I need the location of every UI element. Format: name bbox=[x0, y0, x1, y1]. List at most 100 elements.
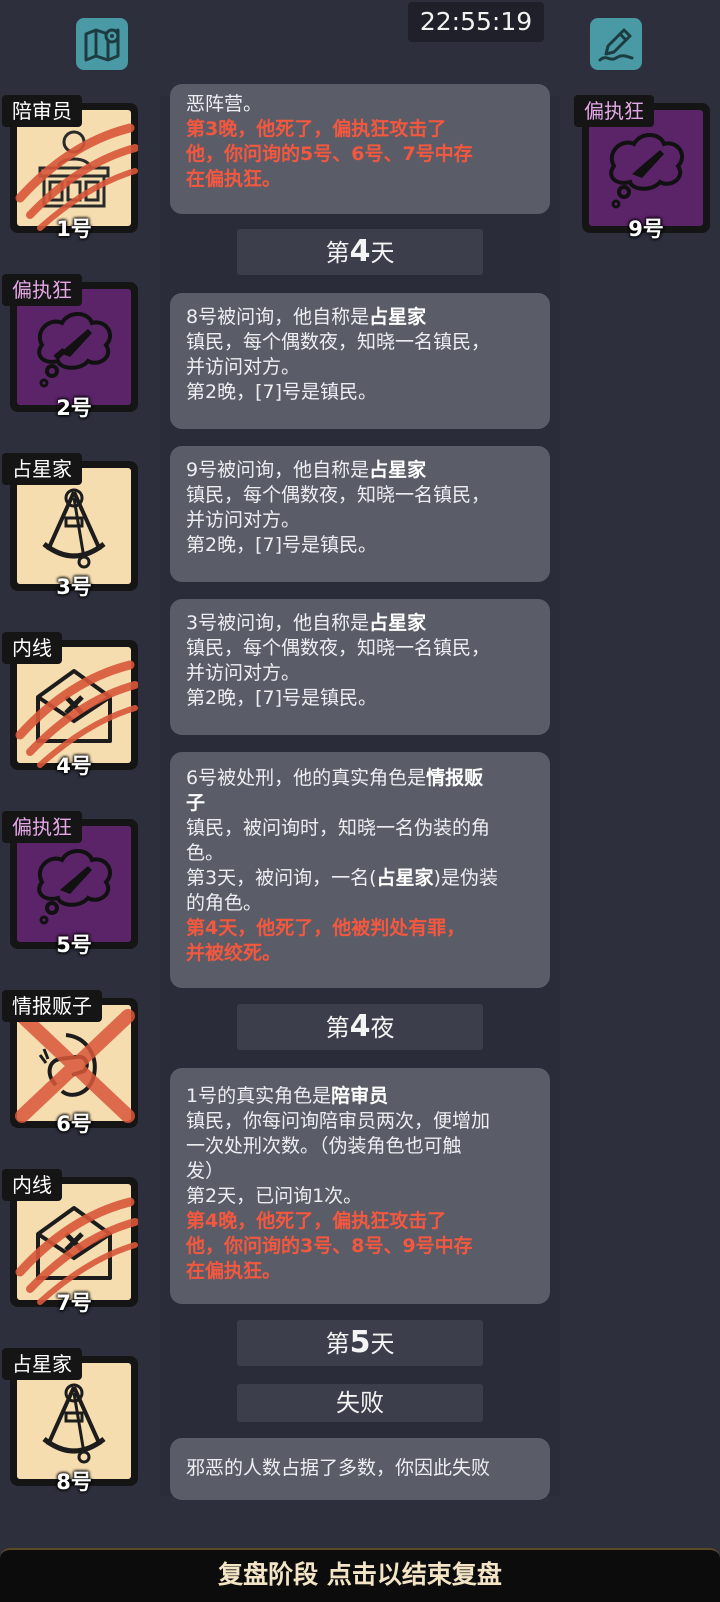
log-text: 发） bbox=[186, 1160, 225, 1182]
log-text: 8号被问询，他自称是 bbox=[186, 306, 370, 328]
log-entry: 9号被问询，他自称是占星家 镇民，每个偶数夜，知晓一名镇民， 并访问对方。 第2… bbox=[170, 446, 550, 582]
end-review-button[interactable]: 复盘阶段 点击以结束复盘 bbox=[0, 1548, 720, 1602]
knife-thought-icon bbox=[37, 312, 112, 388]
sextant-icon bbox=[42, 1383, 106, 1464]
role-tag: 偏执狂 bbox=[2, 274, 82, 306]
log-alert-text: 他，你问询的3号、8号、9号中存 bbox=[186, 1235, 473, 1257]
game-clock: 22:55:19 bbox=[408, 2, 544, 42]
sextant-icon bbox=[42, 488, 106, 569]
player-number: 5号 bbox=[56, 933, 92, 957]
log-text: 第2天，已问询1次。 bbox=[186, 1185, 363, 1207]
role-tag: 占星家 bbox=[2, 1348, 82, 1380]
jury-box-icon bbox=[38, 130, 110, 208]
player-number: 9号 bbox=[628, 217, 664, 241]
role-tag: 内线 bbox=[2, 1169, 62, 1201]
player-tile-5[interactable]: 5号 偏执狂 bbox=[2, 811, 138, 957]
banner-suffix: 天 bbox=[370, 239, 395, 267]
log-text: 镇民，被问询时，知晓一名伪装的角 bbox=[186, 817, 491, 839]
map-icon bbox=[84, 28, 120, 62]
player-tile-1[interactable]: 1号 陪审员 bbox=[2, 95, 138, 241]
log-text: 一次处刑次数。（伪装角色也可触 bbox=[186, 1135, 462, 1157]
player-tile-2[interactable]: 2号 偏执狂 bbox=[2, 274, 138, 420]
map-button[interactable] bbox=[76, 18, 128, 70]
role-tag: 偏执狂 bbox=[574, 95, 654, 127]
result-banner: 失败 bbox=[237, 1384, 483, 1422]
notes-button[interactable] bbox=[590, 18, 642, 70]
log-text: 邪恶的人数占据了多数，你因此失败 bbox=[186, 1457, 491, 1479]
night-banner: 第4夜 bbox=[237, 1004, 483, 1050]
role-portrait bbox=[17, 826, 131, 942]
banner-suffix: 夜 bbox=[370, 1014, 395, 1042]
player-tile-9[interactable]: 9号 偏执狂 bbox=[574, 95, 710, 241]
day-banner: 第5天 bbox=[237, 1320, 483, 1366]
banner-prefix: 第 bbox=[325, 239, 350, 267]
log-text: 3号被问询，他自称是 bbox=[186, 612, 370, 634]
log-alert-text: 第3晚，他死了，偏执狂攻击了 bbox=[186, 118, 447, 140]
player-number: 3号 bbox=[56, 575, 92, 599]
log-entry: 1号的真实角色是陪审员 镇民，你每问询陪审员两次，便增加 一次处刑次数。（伪装角… bbox=[170, 1068, 550, 1304]
claimed-role: 占星家 bbox=[369, 612, 427, 634]
log-entry: 恶阵营。 第3晚，他死了，偏执狂攻击了 他，你问询的5号、6号、7号中存 在偏执… bbox=[170, 84, 550, 214]
role-portrait bbox=[589, 110, 703, 226]
log-text: 的角色。 bbox=[186, 892, 263, 914]
role-portrait bbox=[17, 1184, 131, 1300]
claimed-role: 占星家 bbox=[369, 459, 427, 481]
banner-number: 4 bbox=[349, 234, 371, 269]
knife-thought-icon bbox=[609, 133, 684, 209]
player-number: 4号 bbox=[56, 754, 92, 778]
true-role: 情报贩 bbox=[426, 767, 484, 789]
player-number: 2号 bbox=[56, 396, 92, 420]
knife-thought-icon bbox=[37, 849, 112, 925]
log-alert-text: 第4晚，他死了，偏执狂攻击了 bbox=[186, 1210, 447, 1232]
role-tag: 占星家 bbox=[2, 453, 82, 485]
log-text: 并访问对方。 bbox=[186, 509, 301, 531]
player-number: 1号 bbox=[56, 217, 92, 241]
log-text: )是伪装 bbox=[433, 867, 498, 889]
player-tile-7[interactable]: 7号 内线 bbox=[2, 1169, 138, 1315]
banner-prefix: 第 bbox=[325, 1014, 350, 1042]
log-text: 并访问对方。 bbox=[186, 356, 301, 378]
player-number: 6号 bbox=[56, 1112, 92, 1136]
log-alert-text: 第4天，他死了，他被判处有罪， bbox=[186, 917, 466, 939]
player-tile-8[interactable]: 8号 占星家 bbox=[2, 1348, 138, 1494]
log-text: 镇民，每个偶数夜，知晓一名镇民， bbox=[186, 331, 491, 353]
log-text: 1号的真实角色是 bbox=[186, 1085, 332, 1107]
player-number: 8号 bbox=[56, 1470, 92, 1494]
player-tile-3[interactable]: 3号 占星家 bbox=[2, 453, 138, 599]
log-text: 镇民，你每问询陪审员两次，便增加 bbox=[186, 1110, 491, 1132]
role-tag: 陪审员 bbox=[2, 95, 82, 127]
hand-icon bbox=[38, 1033, 97, 1097]
role-portrait bbox=[17, 1363, 131, 1479]
log-alert-text: 并被绞死。 bbox=[186, 942, 282, 964]
banner-suffix: 天 bbox=[370, 1330, 395, 1358]
role-portrait bbox=[17, 289, 131, 405]
log-text: 第3天，被问询，一名( bbox=[186, 867, 377, 889]
role-tag: 偏执狂 bbox=[2, 811, 82, 843]
log-text: 恶阵营。 bbox=[186, 93, 263, 115]
player-tile-6[interactable]: 6号 情报贩子 bbox=[2, 990, 138, 1136]
day-banner: 第4天 bbox=[237, 229, 483, 275]
banner-number: 4 bbox=[349, 1009, 371, 1044]
log-text: 色。 bbox=[186, 842, 225, 864]
log-entry: 邪恶的人数占据了多数，你因此失败 bbox=[170, 1438, 550, 1500]
true-role: 陪审员 bbox=[331, 1085, 389, 1107]
log-entry: 8号被问询，他自称是占星家 镇民，每个偶数夜，知晓一名镇民， 并访问对方。 第2… bbox=[170, 293, 550, 429]
log-entry: 6号被处刑，他的真实角色是情报贩 子 镇民，被问询时，知晓一名伪装的角 色。 第… bbox=[170, 752, 550, 988]
log-alert-text: 在偏执狂。 bbox=[186, 168, 282, 190]
role-tag: 情报贩子 bbox=[2, 990, 102, 1022]
banner-number: 5 bbox=[349, 1325, 371, 1360]
log-entry: 3号被问询，他自称是占星家 镇民，每个偶数夜，知晓一名镇民， 并访问对方。 第2… bbox=[170, 599, 550, 735]
role-tag: 内线 bbox=[2, 632, 62, 664]
log-text: 并访问对方。 bbox=[186, 662, 301, 684]
claimed-role: 占星家 bbox=[369, 306, 427, 328]
player-tile-4[interactable]: 4号 内线 bbox=[2, 632, 138, 778]
log-text: 6号被处刑，他的真实角色是 bbox=[186, 767, 427, 789]
log-text: 第2晚，[7]号是镇民。 bbox=[186, 534, 378, 556]
log-text: 镇民，每个偶数夜，知晓一名镇民， bbox=[186, 637, 491, 659]
banner-prefix: 第 bbox=[325, 1330, 350, 1358]
log-text: 9号被问询，他自称是 bbox=[186, 459, 370, 481]
log-text: 镇民，每个偶数夜，知晓一名镇民， bbox=[186, 484, 491, 506]
log-text: 第2晚，[7]号是镇民。 bbox=[186, 687, 378, 709]
log-alert-text: 在偏执狂。 bbox=[186, 1260, 282, 1282]
role-portrait bbox=[17, 647, 131, 763]
